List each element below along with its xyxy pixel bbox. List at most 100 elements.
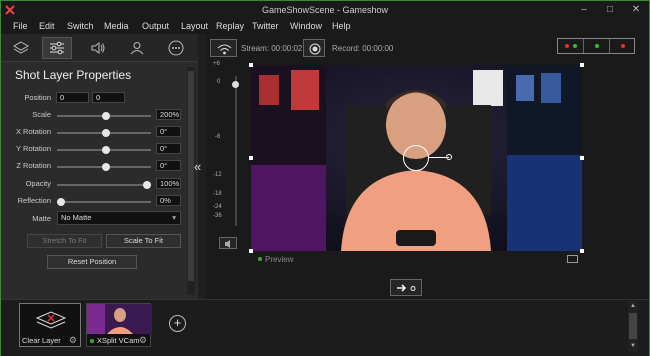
collapse-panel-icon[interactable]: « (194, 159, 201, 174)
opacity-slider-thumb[interactable] (143, 181, 151, 189)
scene-scrollbar-thumb[interactable] (629, 313, 637, 339)
opacity-slider[interactable] (57, 181, 151, 189)
reset-position-button[interactable]: Reset Position (47, 255, 137, 269)
menu-edit[interactable]: Edit (39, 21, 55, 31)
scene-label-xsplit-vcam: XSplit VCam (97, 336, 140, 345)
reflection-slider[interactable] (57, 198, 151, 206)
gear-icon[interactable]: ⚙ (69, 335, 77, 346)
gear-icon[interactable]: ⚙ (139, 335, 147, 346)
scene-thumb-clear-layer[interactable]: Clear Layer ⚙ (19, 303, 81, 347)
resize-handle-tl[interactable] (249, 63, 253, 67)
z-rotation-slider-thumb[interactable] (102, 163, 110, 171)
add-scene-icon[interactable]: + (169, 315, 186, 332)
menu-file[interactable]: File (13, 21, 28, 31)
maximize-button[interactable]: □ (597, 1, 623, 19)
rotation-handle[interactable] (403, 145, 429, 171)
resize-handle-r[interactable] (580, 156, 584, 160)
stream-toggle-button[interactable] (210, 39, 237, 57)
transition-button[interactable] (390, 279, 422, 296)
menu-window[interactable]: Window (290, 21, 322, 31)
position-y-field[interactable]: 0 (92, 92, 125, 103)
matte-select[interactable]: No Matte ▾ (57, 211, 181, 225)
app-window: GameShowScene - Gameshow – □ ✕ File Edit… (0, 0, 650, 356)
resize-handle-br[interactable] (580, 249, 584, 253)
preview-status-icon (258, 257, 262, 261)
speaker-icon (225, 240, 230, 248)
preview-label: Preview (265, 255, 294, 264)
red-dot-icon (621, 44, 625, 48)
menu-twitter[interactable]: Twitter (252, 21, 279, 31)
minimize-button[interactable]: – (571, 1, 597, 19)
reflection-slider-thumb[interactable] (57, 198, 65, 206)
y-rotation-label: Y Rotation (16, 144, 51, 153)
record-toggle-button[interactable] (303, 39, 325, 57)
menu-layout[interactable]: Layout (181, 21, 208, 31)
properties-scrollbar[interactable] (187, 67, 195, 295)
menu-switch[interactable]: Switch (67, 21, 94, 31)
record-icon (309, 43, 321, 55)
wireless-icon (217, 44, 232, 55)
scroll-down-icon[interactable]: ▼ (630, 343, 636, 349)
scene-preview-image (87, 304, 152, 334)
person-icon[interactable] (122, 37, 152, 59)
z-rotation-slider[interactable] (57, 163, 151, 171)
output-status-2[interactable] (584, 39, 610, 53)
window-title: GameShowScene - Gameshow (261, 5, 389, 15)
menu-bar: File Edit Switch Media Output Layout Rep… (1, 19, 649, 34)
rotation-handle-knob[interactable] (446, 154, 452, 160)
menu-output[interactable]: Output (142, 21, 169, 31)
reflection-field[interactable]: 0% (156, 195, 181, 206)
z-rotation-field[interactable]: 0° (156, 160, 181, 171)
y-rotation-field[interactable]: 0° (156, 143, 181, 154)
x-rotation-slider[interactable] (57, 129, 151, 137)
scene-thumb-xsplit-vcam[interactable]: XSplit VCam ⚙ (86, 303, 152, 347)
z-rotation-label: Z Rotation (16, 161, 51, 170)
speaker-icon[interactable] (83, 37, 113, 59)
menu-media[interactable]: Media (104, 21, 129, 31)
green-dot-icon (595, 44, 599, 48)
scale-label: Scale (32, 110, 51, 119)
menu-help[interactable]: Help (332, 21, 351, 31)
scale-field[interactable]: 200% (156, 109, 181, 120)
output-status-1[interactable] (558, 39, 584, 53)
audio-level-thumb[interactable] (232, 81, 239, 88)
x-rotation-slider-thumb[interactable] (102, 129, 110, 137)
layers-icon[interactable] (6, 37, 36, 59)
chevron-down-icon: ▾ (172, 213, 176, 222)
scale-slider-thumb[interactable] (102, 112, 110, 120)
scale-slider[interactable] (57, 112, 151, 120)
scroll-up-icon[interactable]: ▲ (630, 303, 636, 309)
opacity-label: Opacity (25, 179, 51, 188)
y-rotation-slider-thumb[interactable] (102, 146, 110, 154)
clear-layer-icon (35, 311, 67, 329)
reflection-label: Reflection (17, 196, 51, 205)
x-rotation-field[interactable]: 0° (156, 126, 181, 137)
resize-handle-tr[interactable] (580, 63, 584, 67)
monitor-icon[interactable] (567, 255, 578, 263)
resize-handle-bl[interactable] (249, 249, 253, 253)
audio-level-track (235, 76, 237, 226)
menu-replay[interactable]: Replay (216, 21, 244, 31)
panel-tabs (1, 34, 198, 62)
scene-scrollbar[interactable]: ▲ ▼ (628, 301, 638, 353)
arrow-right-icon (397, 284, 416, 292)
preview-canvas[interactable] (251, 65, 582, 251)
scale-to-fit-button[interactable]: Scale To Fit (106, 234, 181, 248)
position-x-field[interactable]: 0 (56, 92, 89, 103)
y-rotation-slider[interactable] (57, 146, 151, 154)
sliders-icon[interactable] (42, 37, 72, 59)
close-button[interactable]: ✕ (623, 1, 649, 19)
matte-label: Matte (32, 214, 51, 223)
properties-scrollbar-thumb[interactable] (188, 71, 194, 281)
mute-button[interactable] (219, 237, 237, 249)
resize-handle-l[interactable] (249, 156, 253, 160)
audio-tick-5: -24 (213, 204, 222, 210)
output-status-group[interactable] (557, 38, 635, 54)
opacity-field[interactable]: 100% (156, 178, 181, 189)
scene-label-clear-layer: Clear Layer (22, 336, 61, 345)
output-status-3[interactable] (610, 39, 635, 53)
more-icon[interactable] (161, 37, 191, 59)
stretch-to-fit-button[interactable]: Stretch To Fit (27, 234, 102, 248)
audio-tick-6: -36 (213, 213, 222, 219)
matte-select-value: No Matte (61, 213, 92, 222)
